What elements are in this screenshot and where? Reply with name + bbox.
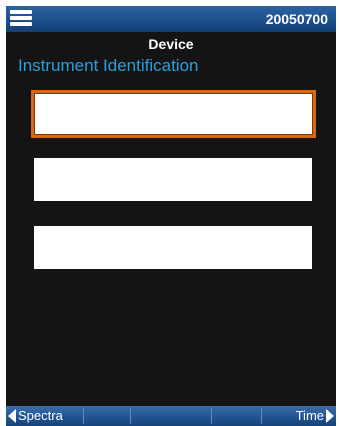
tab-divider xyxy=(130,408,131,424)
menu-line xyxy=(10,22,32,26)
menu-line xyxy=(10,10,32,14)
prev-page-label: Spectra xyxy=(18,408,63,423)
section-title: Instrument Identification xyxy=(18,56,199,75)
identification-field-1[interactable] xyxy=(31,90,316,138)
arrow-left-icon xyxy=(8,409,16,423)
next-page-label: Time xyxy=(295,408,324,423)
identification-field-2[interactable] xyxy=(34,158,312,201)
top-bar: 20050700 xyxy=(6,6,336,32)
prev-page-button[interactable]: Spectra xyxy=(8,406,63,426)
tab-divider xyxy=(211,408,212,424)
identification-field-3[interactable] xyxy=(34,226,312,269)
menu-line xyxy=(10,16,32,20)
serial-number: 20050700 xyxy=(265,11,328,27)
next-page-button[interactable]: Time xyxy=(296,406,334,426)
bottom-nav-bar: Spectra Time xyxy=(6,406,336,426)
hamburger-menu-icon[interactable] xyxy=(10,8,32,28)
page-title: Device xyxy=(148,36,194,52)
device-screen: 20050700 Device Instrument Identificatio… xyxy=(6,6,336,426)
tab-divider xyxy=(261,408,262,424)
tab-divider xyxy=(83,408,84,424)
device-frame: 20050700 Device Instrument Identificatio… xyxy=(0,0,339,426)
arrow-right-icon xyxy=(326,409,334,423)
